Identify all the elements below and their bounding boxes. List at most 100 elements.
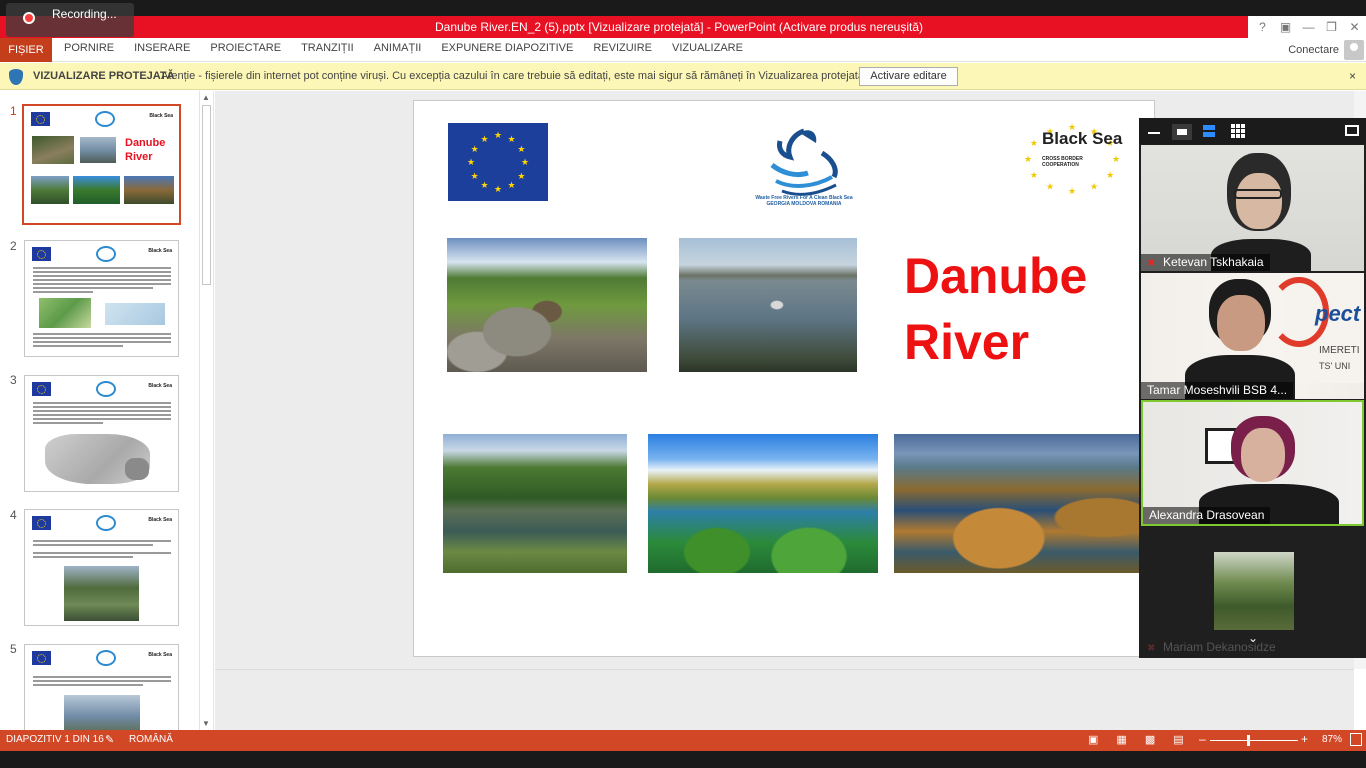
enable-editing-button[interactable]: Activare editare	[859, 67, 958, 86]
thumbnail-image	[64, 695, 140, 734]
participant-tile-2[interactable]: pect IMERETI TS' UNI Tamar Moseshvili BS…	[1141, 273, 1364, 399]
thumbnail-image	[80, 137, 116, 163]
eu-flag-icon	[31, 112, 50, 126]
black-sea-logo: Black Sea	[148, 517, 172, 523]
minimize-icon[interactable]: —	[1297, 16, 1320, 38]
thumbnail-number: 4	[10, 508, 17, 522]
strip-view-icon[interactable]	[1203, 125, 1215, 130]
tab-slide-show[interactable]: EXPUNERE DIAPOZITIVE	[441, 38, 573, 62]
thumbnail-title-line1: Danube	[125, 137, 166, 149]
slide-thumbnail-5[interactable]: Black Sea	[24, 644, 179, 734]
tab-review[interactable]: REVIZUIRE	[593, 38, 652, 62]
fit-to-window-icon[interactable]	[1350, 733, 1362, 746]
tab-design[interactable]: PROIECTARE	[210, 38, 281, 62]
text-line	[33, 337, 171, 339]
participant-name: Alexandra Drasovean	[1143, 507, 1271, 524]
restore-icon[interactable]: ❐	[1320, 16, 1343, 38]
strip-view-icon-lower	[1203, 132, 1215, 137]
avatar[interactable]	[1344, 40, 1364, 60]
record-dot-icon	[23, 12, 35, 24]
title-bar: Danube River.EN_2 (5).pptx [Vizualizare …	[0, 3, 1366, 38]
scroll-up-icon[interactable]: ▲	[202, 93, 211, 102]
slide-title: Danube River	[904, 243, 1087, 375]
star-icon: ★	[1030, 138, 1038, 148]
thumbnail-map	[125, 458, 149, 480]
participant-name: ✖ Ketevan Tskhakaia	[1141, 254, 1270, 271]
star-icon: ★	[1024, 154, 1032, 164]
zoom-in-icon[interactable]: +	[1301, 732, 1308, 746]
tab-home[interactable]: PORNIRE	[64, 38, 114, 62]
black-sea-wordmark: Black Sea	[1042, 129, 1123, 148]
eu-star-icon: ★	[521, 157, 530, 167]
close-icon[interactable]: ✕	[1343, 16, 1366, 38]
black-sea-logo: Black Sea	[148, 383, 172, 389]
current-slide[interactable]: ★ ★ ★ ★ ★ ★ ★ ★ ★ ★ ★ ★ Waste Free Rivers For A Cle…	[413, 100, 1155, 657]
star-icon: ★	[1106, 170, 1114, 180]
zoom-slider[interactable]	[1210, 740, 1298, 741]
star-icon: ★	[1112, 154, 1120, 164]
zoom-slider-handle[interactable]	[1246, 735, 1250, 746]
project-logo-icon	[96, 381, 116, 397]
zoom-level[interactable]: 87%	[1322, 734, 1342, 745]
language-indicator[interactable]: ROMÂNĂ	[129, 734, 173, 745]
thumbnail-map	[105, 303, 165, 325]
close-icon[interactable]: ×	[1349, 69, 1356, 83]
gallery-view-icon[interactable]	[1231, 124, 1245, 138]
thumbnail-scrollbar[interactable]: ▲ ▼	[199, 91, 212, 730]
slide-sorter-icon[interactable]: ▦	[1116, 733, 1126, 746]
spell-check-icon[interactable]: ✎	[105, 733, 114, 746]
ribbon-display-icon[interactable]: ▣	[1274, 16, 1297, 38]
reading-view-icon[interactable]: ▩	[1145, 733, 1155, 746]
tab-transitions[interactable]: TRANZIȚII	[301, 38, 354, 62]
slide-thumbnail-3[interactable]: Black Sea	[24, 375, 179, 492]
text-line	[33, 267, 171, 269]
participant-tile-3[interactable]: Alexandra Drasovean	[1141, 400, 1364, 526]
sign-in-link[interactable]: Conectare	[1288, 40, 1339, 60]
participant-profile-picture	[1214, 552, 1294, 630]
tab-view[interactable]: VIZUALIZARE	[672, 38, 743, 62]
slide-thumbnail-4[interactable]: Black Sea	[24, 509, 179, 626]
video-panel-toolbar	[1139, 118, 1366, 144]
minimize-icon[interactable]	[1148, 132, 1160, 134]
thumbnail-image	[124, 176, 174, 204]
star-icon: ★	[1068, 186, 1076, 195]
window-controls: ? ▣ — ❐ ✕	[1251, 16, 1366, 38]
participant-tile-1[interactable]: ✖ Ketevan Tskhakaia	[1141, 145, 1364, 271]
scroll-down-icon[interactable]: ▼	[202, 719, 211, 728]
thumbnail-title-line2: River	[125, 151, 153, 163]
help-icon[interactable]: ?	[1251, 16, 1274, 38]
text-line	[33, 414, 171, 416]
tab-animations[interactable]: ANIMAȚII	[374, 38, 422, 62]
text-line	[33, 556, 133, 558]
shield-icon	[9, 69, 23, 85]
participant-tile-4[interactable]: ✖ Mariam Dekanosidze ⌄	[1141, 528, 1364, 656]
fullscreen-icon[interactable]	[1345, 125, 1359, 136]
eu-star-icon: ★	[480, 180, 489, 191]
text-line	[33, 283, 171, 285]
slide-thumbnail-2[interactable]: Black Sea	[24, 240, 179, 357]
tab-file[interactable]: FIȘIER	[0, 38, 52, 62]
normal-view-icon[interactable]: ▣	[1088, 733, 1098, 746]
ribbon-tab-list: PORNIRE INSERARE PROIECTARE TRANZIȚII AN…	[64, 38, 763, 62]
protected-view-message: Atenție - fișierele din internet pot con…	[161, 70, 867, 82]
chevron-down-icon[interactable]: ⌄	[1248, 632, 1260, 644]
photo-danube-delta	[894, 434, 1154, 573]
slide-show-icon[interactable]: ▤	[1173, 733, 1183, 746]
tab-insert[interactable]: INSERARE	[134, 38, 190, 62]
participant-face	[1217, 295, 1265, 351]
recording-indicator[interactable]: Recording...	[6, 3, 134, 37]
text-line	[33, 676, 171, 678]
text-line	[33, 418, 171, 420]
scrollbar-thumb[interactable]	[202, 105, 211, 285]
protected-view-title: VIZUALIZARE PROTEJATĂ	[33, 70, 175, 82]
participant-face	[1241, 428, 1285, 482]
slide-thumbnail-1[interactable]: Black Sea Danube River	[22, 104, 181, 225]
participant-name-text: Ketevan Tskhakaia	[1163, 255, 1264, 269]
notes-area[interactable]	[215, 669, 1354, 730]
zoom-out-icon[interactable]: –	[1199, 732, 1206, 746]
taskbar-strip	[0, 751, 1366, 768]
powerpoint-window: Danube River.EN_2 (5).pptx [Vizualizare …	[0, 0, 1366, 768]
participant-name: Tamar Moseshvili BSB 4...	[1141, 382, 1294, 399]
slide-thumbnail-pane: 1 Black Sea Danube River 2 Black Sea 3 B…	[0, 91, 214, 734]
eu-flag-icon	[32, 382, 51, 396]
